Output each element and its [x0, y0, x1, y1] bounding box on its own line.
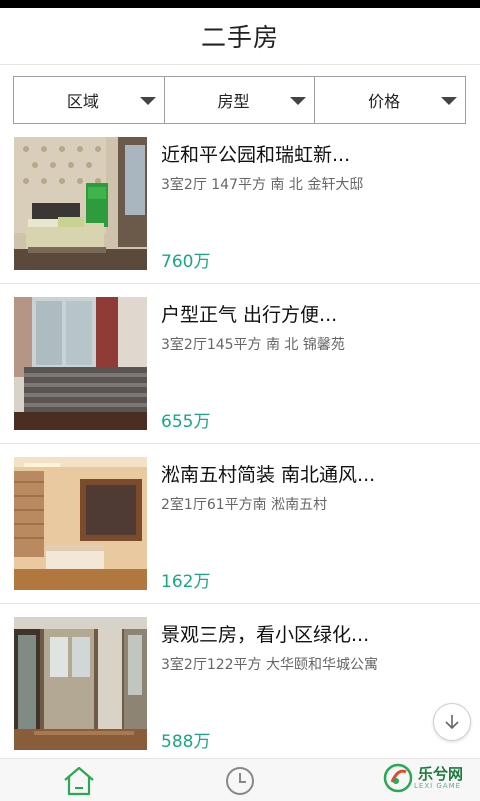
caret-down-icon: [139, 97, 156, 105]
status-bar: [0, 0, 480, 8]
arrow-down-icon: [445, 715, 459, 730]
listing-title: 户型正气 出行方便...: [161, 304, 338, 326]
filter-district-label: 区域: [66, 92, 99, 111]
filter-price-label: 价格: [368, 92, 401, 111]
listing-price: 760万: [161, 252, 211, 272]
listing-meta: 3室2厅145平方 南 北 锦馨苑: [161, 337, 345, 353]
watermark-subtext: LEXI GAME: [414, 781, 462, 790]
listing-title: 近和平公园和瑞虹新...: [161, 144, 351, 166]
listing-meta: 2室1厅61平方南 淞南五村: [161, 497, 328, 513]
clock-icon: [226, 767, 254, 795]
filter-layout-dropdown[interactable]: 房型: [165, 77, 316, 123]
watermark-logo-icon: [383, 763, 413, 793]
listing-photo: [14, 457, 147, 590]
page-title: 二手房: [200, 23, 279, 52]
scroll-down-button[interactable]: [433, 703, 471, 741]
listing-item[interactable]: 户型正气 出行方便... 3室2厅145平方 南 北 锦馨苑 655万: [0, 284, 480, 444]
filter-layout-label: 房型: [217, 92, 250, 111]
app-header: 二手房: [0, 8, 480, 65]
listing-title: 景观三房，看小区绿化...: [161, 624, 370, 646]
listing-price: 162万: [161, 572, 211, 592]
tab-history[interactable]: [224, 765, 256, 801]
listing-photo: [14, 137, 147, 270]
listing-price: 655万: [161, 412, 211, 432]
caret-down-icon: [290, 97, 307, 105]
tab-home[interactable]: [62, 765, 96, 801]
listing-title: 淞南五村简装 南北通风...: [161, 464, 376, 486]
listing-item[interactable]: 景观三房，看小区绿化... 3室2厅122平方 大华颐和华城公寓 588万: [0, 604, 480, 764]
listing-photo: [14, 617, 147, 750]
home-icon: [64, 766, 94, 796]
listing-item[interactable]: 近和平公园和瑞虹新... 3室2厅 147平方 南 北 金轩大邸 760万: [0, 124, 480, 284]
listing-item[interactable]: 淞南五村简装 南北通风... 2室1厅61平方南 淞南五村 162万: [0, 444, 480, 604]
watermark: 乐兮网 LEXI GAME: [382, 756, 480, 800]
filter-bar: 区域 房型 价格: [13, 76, 466, 124]
filter-price-dropdown[interactable]: 价格: [315, 77, 465, 123]
caret-down-icon: [441, 97, 458, 105]
listing-price: 588万: [161, 732, 211, 752]
filter-district-dropdown[interactable]: 区域: [14, 77, 165, 123]
watermark-text: 乐兮网: [418, 764, 464, 783]
listing-meta: 3室2厅 147平方 南 北 金轩大邸: [161, 177, 364, 193]
listing-photo: [14, 297, 147, 430]
listing-meta: 3室2厅122平方 大华颐和华城公寓: [161, 657, 378, 673]
listing-list: 近和平公园和瑞虹新... 3室2厅 147平方 南 北 金轩大邸 760万 户型…: [0, 124, 480, 764]
